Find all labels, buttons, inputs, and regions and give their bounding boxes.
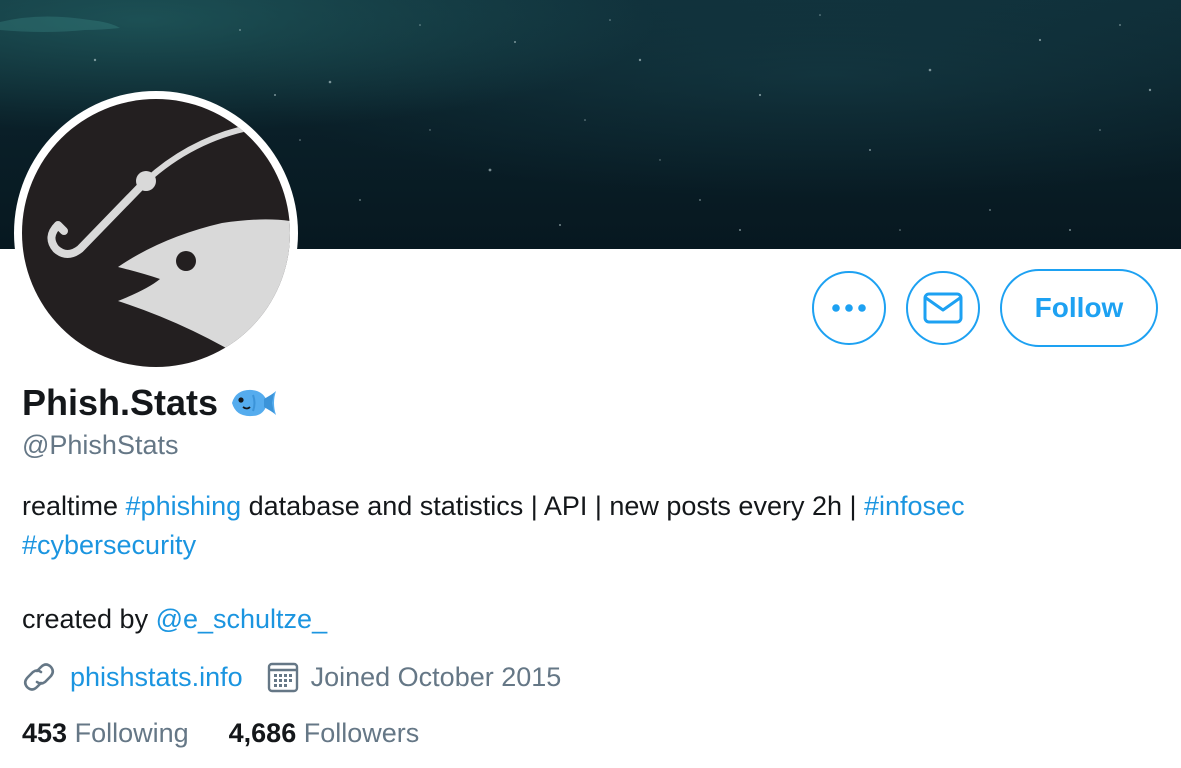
hashtag-link-phishing[interactable]: #phishing	[126, 491, 242, 521]
profile-meta: phishstats.info Joined October 2015	[22, 660, 561, 694]
joined-date: Joined October 2015	[310, 661, 562, 692]
followers-stat[interactable]: 4,686 Followers	[229, 718, 420, 749]
profile-actions: Follow	[812, 269, 1158, 347]
bio-line-2: #cybersecurity	[22, 526, 1142, 565]
following-stat[interactable]: 453 Following	[22, 718, 189, 749]
profile-name-row: Phish.Stats	[22, 382, 278, 424]
follow-button-label: Follow	[1034, 292, 1124, 323]
created-by-label: created by	[22, 604, 156, 634]
fish-hook-logo-icon	[47, 124, 290, 367]
calendar-icon	[267, 662, 298, 693]
bio-text: realtime	[22, 491, 126, 521]
profile-handle: @PhishStats	[22, 430, 179, 460]
avatar-image	[22, 99, 290, 367]
website-link[interactable]: phishstats.info	[70, 662, 243, 693]
message-button[interactable]	[906, 271, 980, 345]
envelope-icon	[923, 292, 963, 324]
follow-button[interactable]: Follow	[1000, 269, 1158, 347]
profile-bio: realtime #phishing database and statisti…	[22, 487, 1142, 565]
following-count: 453	[22, 718, 68, 748]
profile-page: Follow Phish.Stats @PhishStats realtime …	[0, 0, 1181, 768]
joined-item: Joined October 2015	[267, 661, 562, 693]
followers-count: 4,686	[228, 718, 297, 748]
link-icon	[23, 663, 55, 691]
bio-line-1: realtime #phishing database and statisti…	[22, 487, 1142, 526]
fish-emoji-icon	[232, 389, 277, 417]
following-label: Following	[74, 718, 189, 748]
display-name: Phish.Stats	[22, 382, 219, 423]
mention-link-e-schultze[interactable]: @e_schultze_	[156, 604, 328, 634]
bio-text: database and statistics | API | new post…	[241, 491, 864, 521]
more-button[interactable]	[812, 271, 886, 345]
hashtag-link-cybersecurity[interactable]: #cybersecurity	[22, 530, 196, 560]
avatar[interactable]	[14, 91, 298, 375]
followers-label: Followers	[303, 718, 420, 748]
profile-stats: 453 Following 4,686 Followers	[22, 718, 419, 749]
bio-created-by: created by @e_schultze_	[22, 604, 327, 635]
more-dots-icon	[832, 304, 866, 312]
website-item: phishstats.info	[22, 660, 243, 694]
hashtag-link-infosec[interactable]: #infosec	[864, 491, 965, 521]
